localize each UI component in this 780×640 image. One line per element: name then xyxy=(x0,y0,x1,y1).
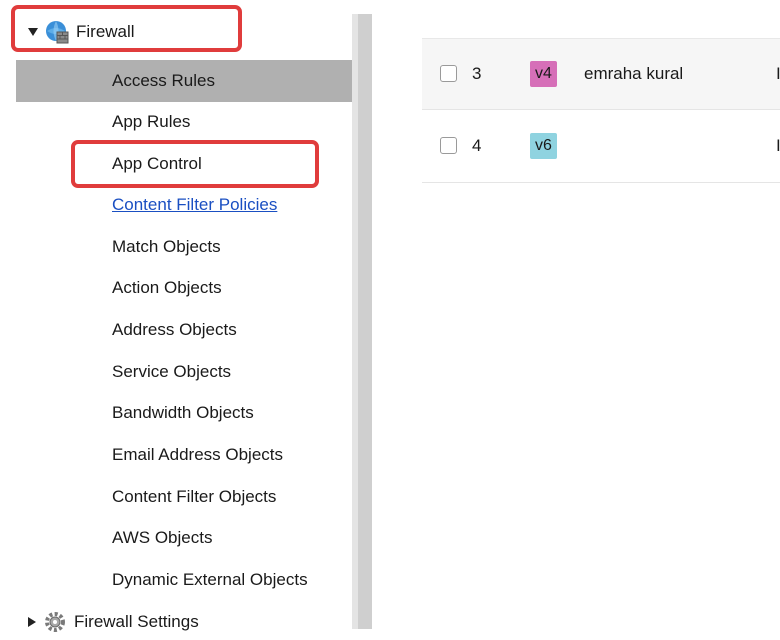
collapse-triangle-icon[interactable] xyxy=(28,617,36,627)
sidebar-item-label: Service Objects xyxy=(112,362,232,381)
sidebar-item-address-objects[interactable]: Address Objects xyxy=(16,309,352,351)
sidebar-item-action-objects[interactable]: Action Objects xyxy=(16,267,352,309)
sidebar-item-dynamic-external-objects[interactable]: Dynamic External Objects xyxy=(16,559,352,601)
row-trailing-cell: I xyxy=(776,64,780,83)
sidebar-item-label: Bandwidth Objects xyxy=(112,403,254,422)
row-checkbox[interactable] xyxy=(440,65,457,82)
row-index: 3 xyxy=(472,64,482,83)
sidebar-item-match-objects[interactable]: Match Objects xyxy=(16,226,352,268)
gear-icon xyxy=(45,612,65,632)
row-index: 4 xyxy=(472,136,482,155)
sidebar-item-label[interactable]: Content Filter Policies xyxy=(112,195,277,215)
sidebar-item-bandwidth-objects[interactable]: Bandwidth Objects xyxy=(16,392,352,434)
table-row[interactable]: 3 v4 emraha kural I xyxy=(422,38,780,110)
firewall-highlight-box xyxy=(11,5,242,52)
sidebar-item-label: Dynamic External Objects xyxy=(112,570,308,589)
sidebar-item-aws-objects[interactable]: AWS Objects xyxy=(16,517,352,559)
sidebar-item-label: Action Objects xyxy=(112,278,222,297)
sidebar-nav: Firewall Access Rules App Rules App Cont… xyxy=(0,0,352,632)
firewall-settings-label[interactable]: Firewall Settings xyxy=(74,612,199,632)
sidebar-item-email-address-objects[interactable]: Email Address Objects xyxy=(16,434,352,476)
sidebar-item-label: Email Address Objects xyxy=(112,445,284,464)
row-checkbox[interactable] xyxy=(440,137,457,154)
ip-version-badge: v6 xyxy=(530,133,557,159)
pane-splitter-handle[interactable] xyxy=(358,14,372,629)
row-name: emraha kural xyxy=(584,64,684,83)
sidebar-item-label: AWS Objects xyxy=(112,528,213,547)
sidebar-item-label: Match Objects xyxy=(112,237,221,256)
sidebar-item-label: App Rules xyxy=(112,112,191,131)
row-trailing-cell: I xyxy=(776,136,780,155)
nav-group-firewall: Firewall xyxy=(0,0,352,60)
sidebar-item-content-filter-policies[interactable]: Content Filter Policies xyxy=(16,184,352,226)
app-control-highlight-box xyxy=(71,140,319,188)
sidebar-item-service-objects[interactable]: Service Objects xyxy=(16,351,352,393)
ip-version-badge: v4 xyxy=(530,61,557,87)
sidebar-item-access-rules[interactable]: Access Rules xyxy=(16,60,352,102)
sidebar-item-label: Access Rules xyxy=(112,71,215,90)
sidebar-item-content-filter-objects[interactable]: Content Filter Objects xyxy=(16,476,352,518)
rules-table: 3 v4 emraha kural I 4 v6 I xyxy=(372,0,780,629)
sidebar-item-label: Content Filter Objects xyxy=(112,487,277,506)
firewall-settings-group-toggle[interactable]: Firewall Settings xyxy=(28,604,199,640)
sidebar-item-label: Address Objects xyxy=(112,320,237,339)
table-row[interactable]: 4 v6 I xyxy=(422,111,780,183)
sidebar-item-app-rules[interactable]: App Rules xyxy=(16,101,352,143)
